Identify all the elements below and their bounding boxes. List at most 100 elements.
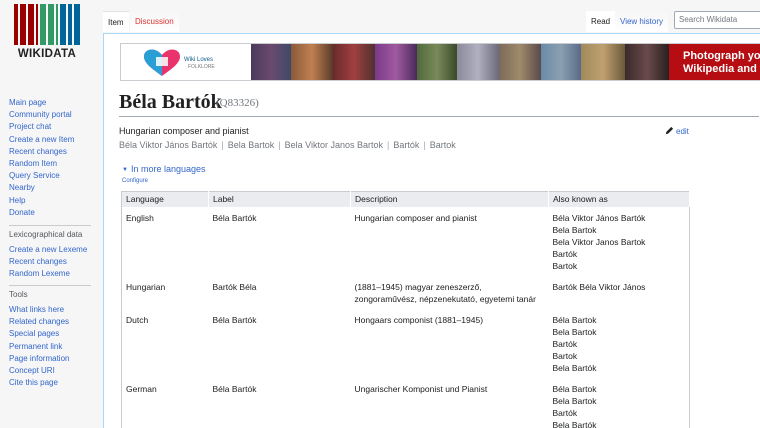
banner-photo [457, 44, 499, 80]
wikidata-logo[interactable]: WIKIDATA [13, 4, 81, 62]
content-area: Wiki Loves FOLKLORE Photograph your Wiki… [103, 33, 760, 428]
description-line: Hongaars componist (1881–1945) [354, 314, 484, 325]
search-input[interactable]: Search Wikidata [674, 11, 760, 29]
nav-page-information[interactable]: Page information [9, 353, 69, 365]
description-line: (1881–1945) magyar zeneszerző, [354, 281, 482, 292]
cell-language: Dutch [126, 314, 149, 325]
nav-random-lexeme[interactable]: Random Lexeme [9, 268, 87, 280]
nav-what-links-here[interactable]: What links here [9, 304, 69, 316]
alias: Bela Bartok [552, 395, 597, 406]
banner-logo: Wiki Loves FOLKLORE [121, 44, 251, 80]
nav-random-item[interactable]: Random Item [9, 158, 74, 170]
nav-main: Main page Community portal Project chat … [9, 97, 74, 219]
cell-label: Béla Bartók [212, 314, 257, 325]
banner-cta[interactable]: Photograph your Wikipedia and w [669, 44, 760, 80]
nav-heading-tools: Tools [9, 290, 28, 299]
cell-label: Béla Bartók [212, 212, 257, 223]
cell-also-known-as: Béla Bartok Bela Bartok Bartók Bela Bart… [549, 378, 690, 428]
cell-description: (1881–1945) magyar zeneszerző, zongoramű… [351, 276, 549, 309]
alias: Bela Viktor Janos Bartok [284, 140, 383, 150]
nav-nearby[interactable]: Nearby [9, 182, 74, 194]
nav-lexeme-recent-changes[interactable]: Recent changes [9, 256, 87, 268]
nav-tools: Tools What links here Related changes Sp… [9, 289, 69, 389]
cell-language: German [126, 383, 157, 394]
nav-permanent-link[interactable]: Permanent link [9, 341, 69, 353]
wikidata-barcode-icon [14, 4, 80, 45]
banner-photo [541, 44, 581, 80]
languages-table: Language Label Description Also known as… [121, 191, 690, 428]
item-id: (Q83326) [216, 97, 259, 109]
tab-item[interactable]: Item [103, 11, 129, 32]
tab-read[interactable]: Read [586, 11, 616, 32]
alias: Béla Bartok [552, 314, 597, 325]
page-title: Béla Bartók [119, 91, 222, 113]
item-aliases: Béla Viktor János Bartók | Bela Bartok | Bel… [119, 140, 456, 150]
column-header-description: Description [350, 191, 549, 207]
description-line: Ungarischer Komponist und Pianist [354, 383, 488, 394]
nav-lexicographical: Lexicographical data Create a new Lexeme… [9, 229, 87, 281]
triangle-down-icon: ▼ [122, 167, 128, 173]
pencil-icon [665, 126, 674, 135]
banner-photo [333, 44, 375, 80]
nav-related-changes[interactable]: Related changes [9, 316, 69, 328]
table-row: English Béla Bartók Hungarian composer a… [122, 207, 690, 276]
alias: Béla Viktor János Bartók [119, 140, 218, 150]
sidebar: WIKIDATA Main page Community portal Proj… [0, 0, 103, 428]
alias: Bela Bartok [227, 140, 275, 150]
nav-recent-changes[interactable]: Recent changes [9, 146, 74, 158]
tab-view-history[interactable]: View history [615, 11, 668, 32]
nav-main-page[interactable]: Main page [9, 97, 74, 109]
nav-cite-page[interactable]: Cite this page [9, 377, 69, 389]
nav-query-service[interactable]: Query Service [9, 170, 74, 182]
nav-concept-uri[interactable]: Concept URI [9, 365, 69, 377]
column-header-language: Language [121, 191, 209, 207]
cell-language: Hungarian [126, 281, 166, 292]
alias: Bartók [552, 338, 578, 349]
nav-create-lexeme[interactable]: Create a new Lexeme [9, 244, 87, 256]
alias: Bartók Béla Viktor János [552, 281, 646, 292]
alias: Béla Viktor János Bartók [552, 212, 646, 223]
cell-description: Hungarian composer and pianist [351, 207, 549, 276]
banner-photo [291, 44, 333, 80]
edit-label: edit [676, 127, 689, 136]
configure-link[interactable]: Configure [122, 178, 148, 184]
nav-divider [9, 225, 91, 226]
logo-wordmark: WIKIDATA [17, 48, 77, 60]
cell-description: Ungarischer Komponist und Pianist [351, 378, 549, 428]
more-languages-label: In more languages [130, 164, 206, 174]
alias: Bela Bartok [552, 224, 597, 235]
edit-button[interactable]: edit [665, 126, 689, 136]
column-header-label: Label [208, 191, 351, 207]
banner-cta-line2: Wikipedia and w [683, 63, 760, 75]
nav-divider [9, 285, 91, 286]
banner-photo [375, 44, 417, 80]
alias: Bartok [429, 140, 456, 150]
alias: Bartok [552, 260, 578, 271]
nav-project-chat[interactable]: Project chat [9, 121, 74, 133]
alias: Bela Bartók [552, 362, 597, 373]
banner-logo-line2: FOLKLORE [188, 64, 215, 70]
cell-description: Hongaars componist (1881–1945) [351, 309, 549, 378]
banner-photo [581, 44, 625, 80]
nav-create-item[interactable]: Create a new Item [9, 134, 74, 146]
alias: Bartok [552, 350, 578, 361]
description-line: zongoraművész, népzenekutató, egyetemi t… [354, 293, 536, 304]
campaign-banner[interactable]: Wiki Loves FOLKLORE Photograph your Wiki… [120, 43, 760, 81]
more-languages-toggle[interactable]: ▼ In more languages [122, 164, 206, 174]
table-row: Hungarian Bartók Béla (1881–1945) magyar… [122, 276, 690, 309]
banner-photo [625, 44, 669, 80]
tab-discussion[interactable]: Discussion [130, 11, 179, 32]
banner-photo [499, 44, 541, 80]
nav-heading-lexicographical: Lexicographical data [9, 230, 83, 239]
nav-special-pages[interactable]: Special pages [9, 328, 69, 340]
title-divider [119, 116, 759, 117]
alias: Bartók [552, 407, 578, 418]
nav-help[interactable]: Help [9, 195, 74, 207]
alias: Bela Bartok [552, 326, 597, 337]
cell-label: Bartók Béla [212, 281, 257, 292]
column-header-also-known-as: Also known as [548, 191, 690, 207]
banner-logo-line1: Wiki Loves [184, 57, 214, 63]
nav-community-portal[interactable]: Community portal [9, 109, 74, 121]
nav-donate[interactable]: Donate [9, 207, 74, 219]
table-row: German Béla Bartók Ungarischer Komponist… [122, 378, 690, 428]
